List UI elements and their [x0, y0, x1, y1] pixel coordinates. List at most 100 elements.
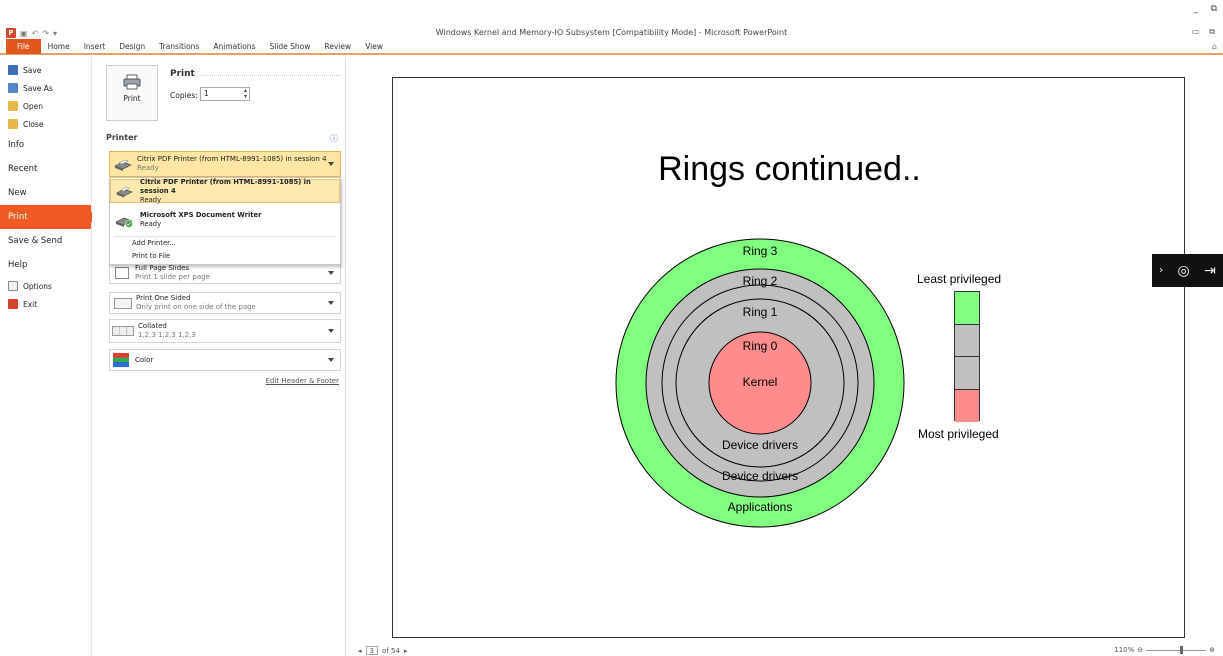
edit-header-footer-link[interactable]: Edit Header & Footer [266, 377, 339, 385]
menu-item-save-as[interactable]: Save As [0, 79, 91, 97]
print-block: Print Print Copies: 1 ▴ ▾ [106, 65, 341, 125]
zoom-slider-thumb[interactable] [1180, 645, 1184, 654]
tab-transitions[interactable]: Transitions [152, 39, 206, 54]
legend-most-privileged: Most privileged [918, 427, 999, 441]
print-button[interactable]: Print [106, 65, 158, 121]
ring-0-label: Ring 0 [743, 339, 778, 353]
ring-3-label: Ring 3 [743, 244, 778, 258]
legend-swatch-green [955, 292, 979, 325]
add-printer-link[interactable]: Add Printer... [132, 239, 176, 247]
zoom-slider[interactable] [1146, 645, 1207, 654]
collation-dropdown[interactable]: Collated 1,2,3 1,2,3 1,2,3 [109, 319, 341, 343]
tab-home[interactable]: Home [41, 39, 77, 54]
color-dropdown[interactable]: Color [109, 349, 341, 371]
page-number-input[interactable]: 3 [365, 646, 378, 655]
slides-layout-title: Full Page Slides [135, 264, 190, 272]
selected-printer-name: Citrix PDF Printer (from HTML-8991-1085)… [137, 155, 327, 163]
slides-layout-dropdown[interactable]: Full Page Slides Print 1 slide per page [109, 262, 341, 284]
menu-item-open[interactable]: Open [0, 97, 91, 115]
menu-item-new[interactable]: New [0, 181, 91, 205]
printer-icon [123, 74, 141, 90]
menu-item-recent[interactable]: Recent [0, 157, 91, 181]
print-to-file-option[interactable]: Print to File [132, 252, 170, 260]
minimize-button[interactable]: ▭ [1192, 27, 1200, 37]
print-preview-area: Rings continued.. Ring 3 Ring 2 Ring 1 R… [346, 57, 1223, 645]
printer-option-status: Ready [140, 195, 162, 204]
tab-slide-show[interactable]: Slide Show [262, 39, 317, 54]
copies-label: Copies: [170, 91, 198, 100]
zoom-level[interactable]: 110% [1114, 646, 1134, 654]
one-sided-icon [114, 297, 132, 309]
backstage-menu: Save Save As Open Close Info Recent New … [0, 57, 97, 656]
printer-option-name: Citrix PDF Printer (from HTML-8991-1085)… [140, 177, 311, 195]
exit-icon [8, 299, 18, 309]
ring-1-label: Ring 1 [743, 305, 778, 319]
chevron-down-icon [328, 271, 334, 275]
citrix-swirl-icon[interactable]: ◎ [1178, 263, 1190, 279]
zoom-out-icon[interactable]: ⊖ [1137, 646, 1143, 654]
divider [201, 75, 341, 76]
tab-file[interactable]: File [6, 39, 41, 54]
selected-printer-status: Ready [137, 164, 159, 172]
sides-dropdown[interactable]: Print One Sided Only print on one side o… [109, 292, 341, 314]
exit-session-icon[interactable]: ⇥ [1204, 263, 1216, 279]
printer-options-popup: Citrix PDF Printer (from HTML-8991-1085)… [109, 177, 341, 265]
help-icon[interactable]: ⌂ [1212, 42, 1217, 51]
print-settings-panel: Print Print Copies: 1 ▴ ▾ Printer ⓘ Citri… [92, 57, 346, 656]
chevron-down-icon [328, 162, 334, 166]
copies-spinner[interactable]: ▴ ▾ [244, 88, 247, 100]
open-folder-icon [8, 101, 18, 111]
tab-design[interactable]: Design [112, 39, 152, 54]
swirl-icon[interactable]: › [1159, 265, 1163, 276]
print-heading: Print [170, 69, 195, 79]
slides-layout-sub: Print 1 slide per page [135, 273, 210, 281]
menu-item-print[interactable]: Print [0, 205, 97, 229]
printer-option-xps[interactable]: Microsoft XPS Document Writer Ready [110, 208, 340, 232]
printer-icon [114, 159, 132, 171]
menu-item-exit[interactable]: Exit [0, 295, 91, 313]
restore-button[interactable]: ⧉ [1209, 27, 1215, 37]
rings-diagram: Ring 3 Ring 2 Ring 1 Ring 0 Kernel Devic… [615, 238, 905, 528]
printer-dropdown[interactable]: Citrix PDF Printer (from HTML-8991-1085)… [109, 151, 341, 177]
printer-default-icon [115, 217, 133, 228]
menu-item-options[interactable]: Options [0, 277, 91, 295]
chevron-down-icon [328, 358, 334, 362]
menu-item-close[interactable]: Close [0, 115, 91, 133]
menu-item-save-send[interactable]: Save & Send [0, 229, 91, 253]
status-bar: ◂ 3 of 54 ▸ 110% ⊖ ⊕ [346, 645, 1223, 656]
applications-label: Applications [728, 500, 793, 514]
sides-sub: Only print on one side of the page [136, 303, 256, 311]
legend-swatch-grey [955, 357, 979, 390]
full-page-slide-icon [115, 267, 129, 279]
copies-input[interactable]: 1 ▴ ▾ [200, 87, 250, 101]
chevron-down-icon [328, 329, 334, 333]
color-title: Color [135, 355, 154, 364]
restore-outer-button[interactable]: ⧉ [1211, 4, 1217, 14]
tab-view[interactable]: View [358, 39, 390, 54]
menu-item-save[interactable]: Save [0, 61, 91, 79]
color-icon [113, 353, 129, 367]
collation-title: Collated [138, 322, 167, 330]
next-page-icon[interactable]: ▸ [404, 647, 408, 655]
prev-page-icon[interactable]: ◂ [358, 647, 362, 655]
info-icon[interactable]: ⓘ [330, 133, 338, 144]
outer-window-controls[interactable]: _ ⧉ [1183, 4, 1217, 14]
tab-insert[interactable]: Insert [77, 39, 113, 54]
zoom-control: 110% ⊖ ⊕ [1114, 645, 1215, 654]
minimize-outer-button[interactable]: _ [1193, 4, 1198, 14]
printer-option-citrix[interactable]: Citrix PDF Printer (from HTML-8991-1085)… [110, 177, 340, 204]
zoom-in-icon[interactable]: ⊕ [1209, 646, 1215, 654]
collated-icon [112, 326, 134, 336]
legend-least-privileged: Least privileged [917, 272, 1002, 286]
page-navigator: ◂ 3 of 54 ▸ [358, 646, 407, 655]
tab-animations[interactable]: Animations [206, 39, 262, 54]
sides-title: Print One Sided [136, 294, 191, 302]
tab-review[interactable]: Review [317, 39, 358, 54]
title-bar: _ ⧉ P ▣ ↶ ↷ ▾ Windows Kernel and Memory-… [0, 0, 1223, 40]
menu-item-info[interactable]: Info [0, 133, 91, 157]
floating-toolbar: › ◎ ⇥ [1152, 254, 1223, 287]
collation-sub: 1,2,3 1,2,3 1,2,3 [138, 331, 196, 339]
ring-2-label: Ring 2 [743, 274, 778, 288]
slide-preview: Rings continued.. Ring 3 Ring 2 Ring 1 R… [392, 77, 1185, 638]
menu-item-help[interactable]: Help [0, 253, 91, 277]
